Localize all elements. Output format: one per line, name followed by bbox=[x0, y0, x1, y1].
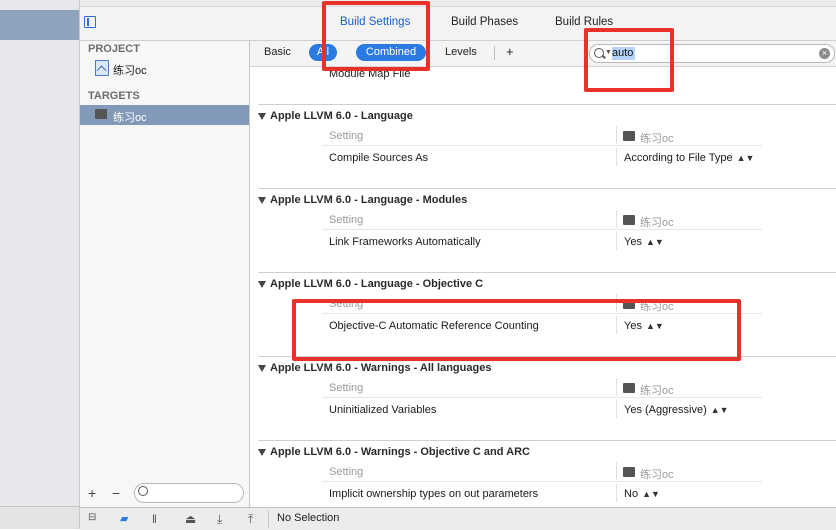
target-item-label: 练习oc bbox=[113, 112, 147, 124]
section-divider bbox=[258, 272, 836, 273]
section-divider bbox=[258, 440, 836, 441]
sidebar-footer: + − bbox=[80, 481, 249, 507]
disclosure-triangle-icon[interactable] bbox=[258, 281, 266, 288]
target-app-icon bbox=[95, 109, 107, 119]
remove-target-button[interactable]: − bbox=[112, 485, 120, 501]
section-title: Apple LLVM 6.0 - Language bbox=[270, 110, 413, 122]
disclosure-triangle-icon[interactable] bbox=[258, 197, 266, 204]
setting-value-popup[interactable]: No ▲▼ bbox=[624, 488, 660, 500]
navigator-selection[interactable] bbox=[0, 10, 79, 40]
column-divider bbox=[616, 484, 617, 502]
target-column-header: 练习oc bbox=[640, 217, 674, 229]
section-title: Apple LLVM 6.0 - Language - Modules bbox=[270, 194, 468, 206]
add-setting-button[interactable]: + bbox=[506, 44, 514, 59]
section-title: Apple LLVM 6.0 - Warnings - All language… bbox=[270, 362, 492, 374]
levels-view-button[interactable]: Levels bbox=[445, 46, 477, 58]
stepper-arrows-icon: ▲▼ bbox=[642, 489, 660, 499]
pause-icon[interactable]: ‖ bbox=[152, 512, 157, 526]
build-settings-list: Module Map File Apple LLVM 6.0 - Languag… bbox=[250, 67, 836, 507]
target-icon bbox=[623, 215, 635, 225]
setting-column-header: Setting bbox=[329, 130, 364, 142]
column-divider bbox=[616, 232, 617, 250]
debug-status-text: No Selection bbox=[277, 512, 340, 524]
project-header: PROJECT bbox=[88, 43, 140, 55]
debug-bar-divider bbox=[268, 510, 269, 528]
row-divider bbox=[322, 481, 762, 482]
setting-value: Yes bbox=[624, 236, 642, 248]
setting-value: Yes (Aggressive) bbox=[624, 404, 707, 416]
jump-bar bbox=[80, 0, 836, 7]
setting-value: No bbox=[624, 488, 639, 500]
hide-debug-area-icon[interactable]: ⊟ bbox=[88, 512, 96, 523]
filter-divider bbox=[494, 46, 495, 60]
editor-tab-bar: Build Settings Build Phases Build Rules bbox=[80, 0, 836, 41]
section-title: Apple LLVM 6.0 - Warnings - Objective C … bbox=[270, 446, 530, 458]
section-title: Apple LLVM 6.0 - Language - Objective C bbox=[270, 278, 484, 290]
project-file-icon bbox=[95, 60, 109, 76]
setting-name[interactable]: Link Frameworks Automatically bbox=[329, 236, 481, 248]
sidebar-toggle-icon[interactable] bbox=[84, 16, 96, 28]
row-divider bbox=[322, 397, 762, 398]
column-divider bbox=[616, 210, 617, 228]
highlight-arc-setting bbox=[292, 299, 741, 361]
setting-value: According to File Type bbox=[624, 152, 733, 164]
column-divider bbox=[616, 462, 617, 480]
target-column-header: 练习oc bbox=[640, 469, 674, 481]
setting-value-popup[interactable]: According to File Type ▲▼ bbox=[624, 152, 754, 164]
clear-search-icon[interactable]: × bbox=[819, 48, 830, 59]
setting-column-header: Setting bbox=[329, 466, 364, 478]
filter-icon bbox=[138, 486, 148, 496]
disclosure-triangle-icon[interactable] bbox=[258, 113, 266, 120]
target-column-header: 练习oc bbox=[640, 385, 674, 397]
target-icon bbox=[623, 467, 635, 477]
navigator-strip bbox=[0, 0, 80, 529]
stepper-arrows-icon: ▲▼ bbox=[645, 237, 664, 247]
column-divider bbox=[616, 400, 617, 418]
target-icon bbox=[623, 131, 635, 141]
column-divider bbox=[616, 126, 617, 144]
section-divider bbox=[258, 188, 836, 189]
project-item[interactable]: 练习oc bbox=[80, 58, 249, 78]
section-divider bbox=[258, 104, 836, 105]
project-item-label: 练习oc bbox=[113, 65, 147, 77]
setting-column-header: Setting bbox=[329, 214, 364, 226]
setting-name[interactable]: Uninitialized Variables bbox=[329, 404, 436, 416]
highlight-search-field bbox=[584, 28, 674, 92]
row-divider bbox=[322, 145, 762, 146]
row-divider bbox=[322, 229, 762, 230]
stepper-arrows-icon: ▲▼ bbox=[710, 405, 729, 415]
target-item[interactable]: 练习oc bbox=[80, 105, 249, 125]
setting-name[interactable]: Compile Sources As bbox=[329, 152, 428, 164]
debug-bar: ⊟ ▰ ‖ ⏏ ⤓ ⤒ No Selection bbox=[80, 507, 836, 530]
disclosure-triangle-icon[interactable] bbox=[258, 365, 266, 372]
column-divider bbox=[616, 148, 617, 166]
stepper-arrows-icon: ▲▼ bbox=[736, 153, 755, 163]
targets-header: TARGETS bbox=[88, 90, 140, 102]
basic-filter-button[interactable]: Basic bbox=[264, 46, 291, 58]
add-target-button[interactable]: + bbox=[88, 485, 96, 501]
setting-name[interactable]: Implicit ownership types on out paramete… bbox=[329, 488, 538, 500]
setting-column-header: Setting bbox=[329, 382, 364, 394]
breakpoints-icon[interactable]: ▰ bbox=[120, 512, 128, 525]
setting-value-popup[interactable]: Yes (Aggressive) ▲▼ bbox=[624, 404, 729, 416]
step-over-icon[interactable]: ⏏ bbox=[185, 512, 196, 526]
project-targets-sidebar: PROJECT 练习oc TARGETS 练习oc + − bbox=[80, 41, 250, 507]
tab-build-rules[interactable]: Build Rules bbox=[555, 16, 613, 28]
disclosure-triangle-icon[interactable] bbox=[258, 449, 266, 456]
navigator-bottom-bar bbox=[0, 506, 79, 529]
target-icon bbox=[623, 383, 635, 393]
highlight-build-settings-tab bbox=[322, 1, 430, 71]
step-into-icon[interactable]: ⤓ bbox=[217, 512, 222, 527]
sidebar-filter-field[interactable] bbox=[134, 483, 244, 503]
target-column-header: 练习oc bbox=[640, 133, 674, 145]
column-divider bbox=[616, 378, 617, 396]
step-out-icon[interactable]: ⤒ bbox=[248, 512, 253, 527]
tab-build-phases[interactable]: Build Phases bbox=[451, 16, 518, 28]
setting-value-popup[interactable]: Yes ▲▼ bbox=[624, 236, 664, 248]
